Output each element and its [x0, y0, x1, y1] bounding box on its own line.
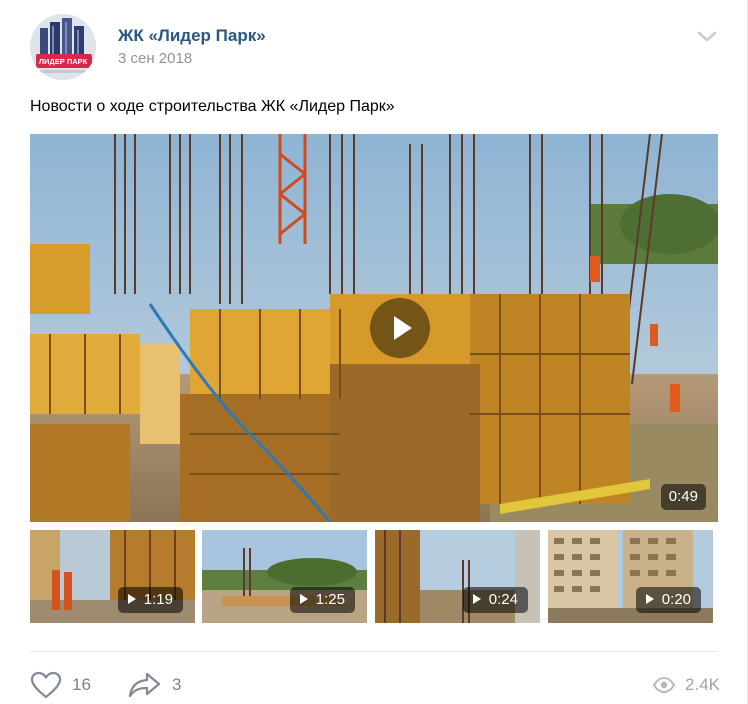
thumbnail-duration: 0:20 [635, 587, 701, 613]
post-text: Новости о ходе строительства ЖК «Лидер П… [30, 98, 395, 115]
like-button[interactable]: 16 [30, 670, 91, 700]
avatar-logo: ЛИДЕР ПАРК [30, 14, 96, 80]
video-thumbnails: 1:19 1:25 0:24 0:20 [30, 530, 718, 623]
share-button[interactable]: 3 [128, 670, 181, 700]
views-counter: 2.4K [653, 670, 720, 700]
play-icon [394, 316, 412, 340]
thumbnail-duration: 1:25 [289, 587, 355, 613]
share-count: 3 [172, 675, 182, 694]
thumbnail-duration: 1:19 [117, 587, 183, 613]
play-icon [299, 594, 308, 604]
post-footer: 16 3 2.4K [30, 664, 720, 704]
video-thumbnail-4[interactable]: 0:20 [548, 530, 713, 623]
duration-text: 0:20 [661, 591, 691, 608]
post-header: ЛИДЕР ПАРК ЖК «Лидер Парк» 3 сен 2018 [30, 14, 720, 80]
post-date[interactable]: 3 сен 2018 [118, 50, 192, 67]
footer-divider [30, 651, 718, 652]
play-button[interactable] [370, 298, 430, 358]
main-video[interactable]: 0:49 [30, 134, 718, 522]
chevron-down-icon[interactable] [694, 28, 720, 46]
post-author-link[interactable]: ЖК «Лидер Парк» [118, 26, 266, 46]
wall-post: ЛИДЕР ПАРК ЖК «Лидер Парк» 3 сен 2018 Но… [0, 0, 748, 704]
heart-icon [30, 671, 62, 699]
duration-text: 0:24 [488, 591, 518, 608]
video-thumbnail-3[interactable]: 0:24 [375, 530, 540, 623]
play-icon [645, 594, 654, 604]
video-thumbnail-2[interactable]: 1:25 [202, 530, 367, 623]
play-icon [472, 594, 481, 604]
play-icon [127, 594, 136, 604]
like-count: 16 [72, 675, 91, 694]
thumbnail-duration: 0:24 [462, 587, 528, 613]
duration-text: 1:19 [143, 591, 173, 608]
eye-icon [653, 677, 676, 693]
video-thumbnail-1[interactable]: 1:19 [30, 530, 195, 623]
share-arrow-icon [128, 672, 161, 698]
views-count: 2.4K [685, 675, 720, 694]
duration-text: 1:25 [315, 591, 345, 608]
avatar[interactable]: ЛИДЕР ПАРК [30, 14, 96, 80]
video-duration: 0:49 [660, 484, 706, 510]
avatar-logo-text: ЛИДЕР ПАРК [39, 57, 88, 66]
